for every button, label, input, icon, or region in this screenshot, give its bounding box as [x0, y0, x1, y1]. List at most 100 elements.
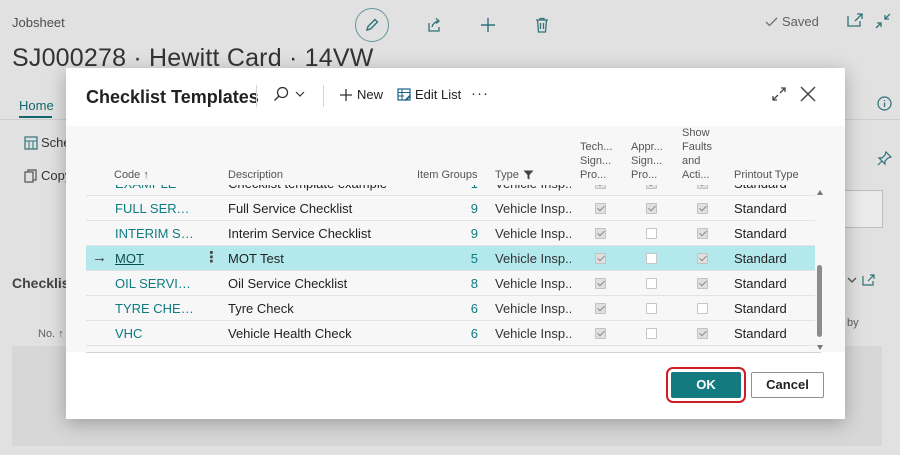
grid-bottom-border [86, 352, 821, 353]
appr-sign-line-3: Pro... [631, 169, 658, 181]
show-faults-checkbox[interactable] [697, 253, 708, 264]
item-groups-link[interactable]: 1 [416, 185, 478, 196]
tech-sign-line-2: Sign... [580, 155, 612, 167]
tech-sign-checkbox[interactable] [595, 185, 606, 189]
toolbar-separator [323, 85, 324, 107]
table-row[interactable]: INTERIM SE... Interim Service Checklist 9 V… [86, 221, 815, 246]
printout-type-cell: Standard [734, 326, 787, 341]
column-header-type-label: Type [495, 169, 519, 181]
column-header-show-faults[interactable]: Show Faults and Acti... [682, 126, 712, 182]
expand-icon [772, 87, 786, 101]
show-faults-line-4: Acti... [682, 169, 710, 181]
description-cell: Tyre Check [228, 301, 294, 316]
tech-sign-checkbox[interactable] [595, 303, 606, 314]
tech-sign-checkbox[interactable] [595, 253, 606, 264]
show-faults-checkbox[interactable] [697, 303, 708, 314]
type-cell: Vehicle Insp... [495, 301, 571, 316]
show-faults-checkbox[interactable] [697, 278, 708, 289]
appr-sign-checkbox[interactable] [646, 303, 657, 314]
show-faults-checkbox[interactable] [697, 185, 708, 189]
item-groups-link[interactable]: 8 [416, 271, 478, 296]
show-faults-checkbox[interactable] [697, 203, 708, 214]
printout-type-cell: Standard [734, 201, 787, 216]
type-cell: Vehicle Insp... [495, 276, 571, 291]
printout-type-cell: Standard [734, 251, 787, 266]
plus-icon [340, 88, 352, 101]
printout-type-cell: Standard [734, 226, 787, 241]
printout-type-cell: Standard [734, 185, 787, 196]
appr-sign-line-2: Sign... [631, 155, 663, 167]
description-cell: Interim Service Checklist [228, 226, 372, 241]
type-cell: Vehicle Insp... [495, 326, 571, 341]
appr-sign-checkbox[interactable] [646, 328, 657, 339]
code-link[interactable]: OIL SERVICE [115, 271, 195, 296]
table-row[interactable]: → ⋮ MOT MOT Test 5 Vehicle Insp... Standard [86, 246, 815, 271]
code-link[interactable]: TYRE CHECK [115, 296, 195, 321]
dialog-title: Checklist Templates [86, 87, 259, 107]
templates-list: EXAMPLE Checklist template example 1 Vehicl… [86, 185, 815, 352]
cancel-button[interactable]: Cancel [751, 372, 824, 398]
expand-button[interactable] [771, 86, 787, 102]
description-cell: Full Service Checklist [228, 201, 353, 216]
show-faults-line-3: and [682, 155, 701, 167]
chevron-down-icon [295, 91, 305, 97]
column-header-appr-sign[interactable]: Appr... Sign... Pro... [631, 140, 663, 182]
appr-sign-checkbox[interactable] [646, 185, 657, 189]
type-cell: Vehicle Insp... [495, 185, 571, 196]
tech-sign-checkbox[interactable] [595, 228, 606, 239]
item-groups-link[interactable]: 9 [416, 221, 478, 246]
scroll-down-arrow[interactable] [817, 345, 823, 350]
item-groups-link[interactable]: 5 [416, 246, 478, 271]
type-cell: Vehicle Insp... [495, 226, 571, 241]
column-header-code[interactable]: Code ↑ [114, 168, 149, 182]
appr-sign-checkbox[interactable] [646, 203, 657, 214]
column-header-printout-type[interactable]: Printout Type [734, 168, 799, 182]
column-header-type[interactable]: Type [495, 168, 534, 182]
item-groups-link[interactable]: 9 [416, 196, 478, 221]
table-row[interactable]: OIL SERVICE Oil Service Checklist 8 Vehicle… [86, 271, 815, 296]
type-cell: Vehicle Insp... [495, 251, 571, 266]
table-row[interactable]: FULL SERVICE Full Service Checklist 9 Vehic… [86, 196, 815, 221]
description-cell: MOT Test [228, 251, 284, 266]
close-icon [800, 86, 816, 102]
scrollbar[interactable] [816, 190, 824, 350]
tech-sign-checkbox[interactable] [595, 203, 606, 214]
appr-sign-checkbox[interactable] [646, 278, 657, 289]
search-button[interactable] [273, 86, 305, 102]
column-header-tech-sign[interactable]: Tech... Sign... Pro... [580, 140, 612, 182]
current-row-arrow-icon: → [92, 249, 107, 266]
code-link[interactable]: FULL SERVICE [115, 196, 195, 221]
new-button[interactable]: New [339, 87, 383, 102]
item-groups-link[interactable]: 6 [416, 296, 478, 321]
code-link[interactable]: MOT [115, 246, 195, 271]
close-button[interactable] [799, 85, 817, 103]
code-link[interactable]: INTERIM SE... [115, 221, 195, 246]
more-options-button[interactable]: ··· [471, 85, 489, 102]
code-link[interactable]: VHC [115, 321, 195, 346]
row-actions-button[interactable]: ⋮ [204, 246, 219, 270]
tech-sign-line-3: Pro... [580, 169, 607, 181]
checklist-templates-dialog: Checklist Templates New Edit List ··· Co… [66, 68, 845, 419]
table-row[interactable]: TYRE CHECK Tyre Check 6 Vehicle Insp... Stan… [86, 296, 815, 321]
table-row[interactable]: EXAMPLE Checklist template example 1 Vehicl… [86, 185, 815, 196]
item-groups-link[interactable]: 6 [416, 321, 478, 346]
scroll-up-arrow[interactable] [817, 190, 823, 195]
tech-sign-line-1: Tech... [580, 141, 613, 153]
appr-sign-checkbox[interactable] [646, 228, 657, 239]
edit-list-button[interactable]: Edit List [397, 87, 461, 102]
show-faults-checkbox[interactable] [697, 228, 708, 239]
tech-sign-checkbox[interactable] [595, 328, 606, 339]
description-cell: Checklist template example [228, 185, 398, 196]
appr-sign-line-1: Appr... [631, 141, 663, 153]
ok-button[interactable]: OK [666, 367, 746, 403]
appr-sign-checkbox[interactable] [646, 253, 657, 264]
scrollbar-thumb[interactable] [817, 265, 822, 337]
filter-icon [523, 170, 534, 180]
show-faults-line-2: Faults [682, 141, 712, 153]
table-row[interactable]: VHC Vehicle Health Check 6 Vehicle Insp... S… [86, 321, 815, 346]
show-faults-checkbox[interactable] [697, 328, 708, 339]
tech-sign-checkbox[interactable] [595, 278, 606, 289]
column-header-item-groups[interactable]: Item Groups [417, 168, 478, 182]
code-link[interactable]: EXAMPLE [115, 185, 195, 196]
column-header-description[interactable]: Description [228, 168, 283, 182]
